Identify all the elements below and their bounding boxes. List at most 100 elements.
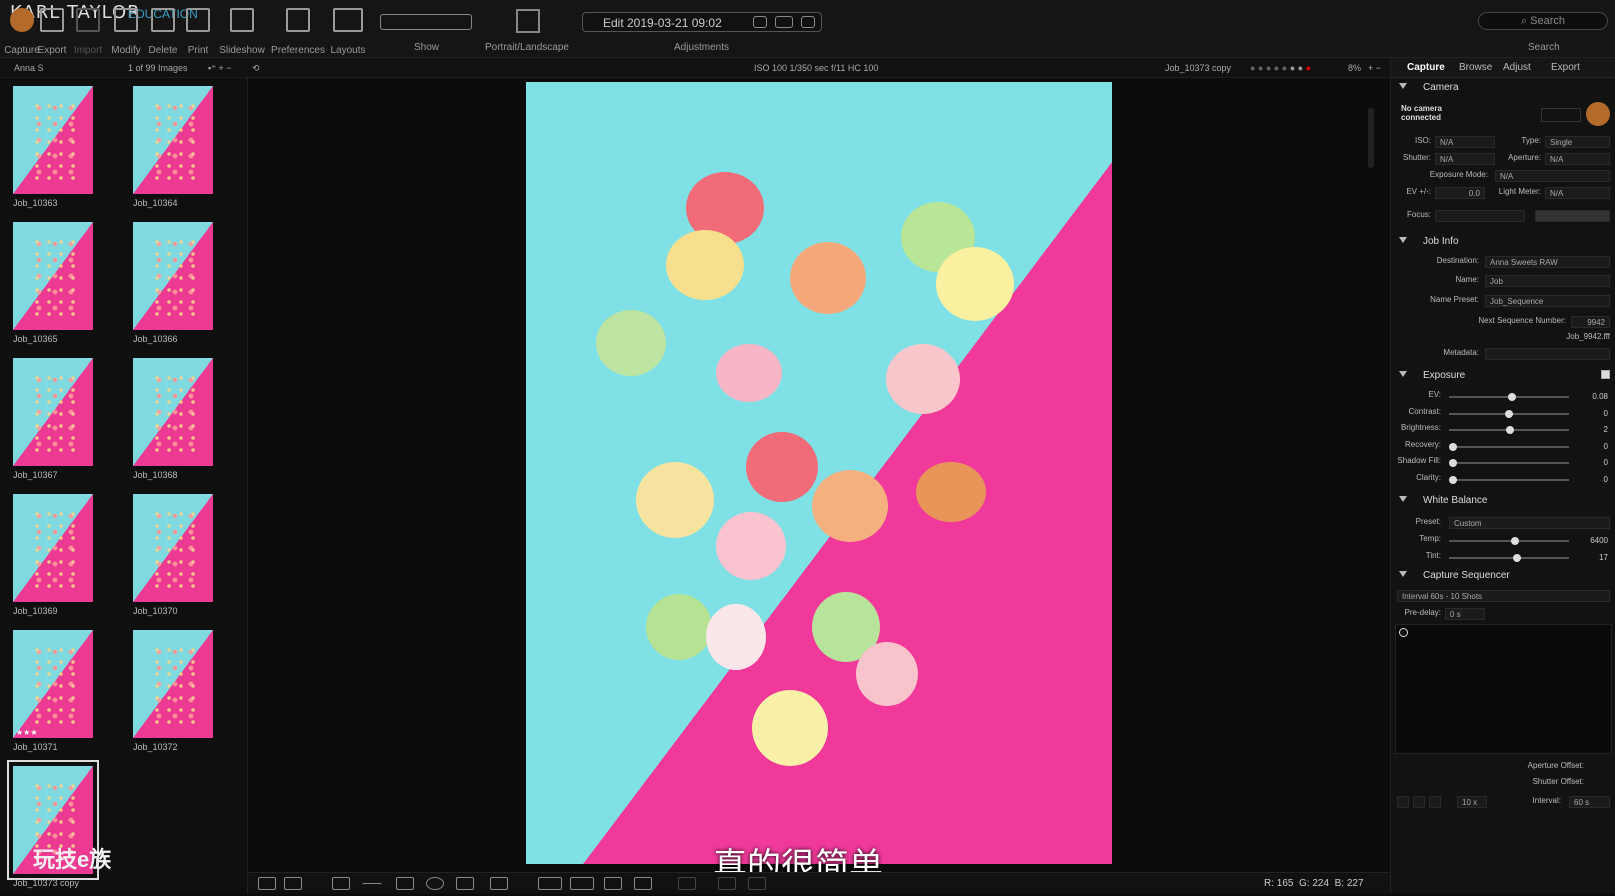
light-meter-field[interactable]: N/A [1545,187,1610,199]
thumbnail[interactable]: Job_10370 [133,494,213,616]
capture-sequencer-section-header[interactable]: Capture Sequencer [1399,570,1510,581]
exposure-slider[interactable] [1449,409,1569,418]
tab-browse[interactable]: Browse [1459,62,1492,73]
thumbnail[interactable]: ★★★ Job_10371 [13,630,93,752]
exposure-slider-knob[interactable] [1449,475,1457,484]
exposure-value[interactable]: 2 [1578,425,1608,434]
job-info-section-header[interactable]: Job Info [1399,236,1459,247]
name-field[interactable]: Job [1485,275,1610,287]
wb-preset-select[interactable]: Custom [1449,517,1610,529]
thumbnail[interactable]: Job_10368 [133,358,213,480]
viewer-scroll-thumb[interactable] [1368,108,1374,168]
ev-field[interactable]: 0.0 [1435,187,1485,199]
zoom-level[interactable]: 8% [1348,63,1361,73]
metadata-select[interactable] [1485,348,1610,360]
prev-icon[interactable] [678,877,696,890]
proof-icon[interactable] [538,877,562,890]
exposure-slider[interactable] [1449,442,1569,451]
repeat-icon[interactable] [1429,796,1441,808]
white-balance-section-header[interactable]: White Balance [1399,495,1487,506]
exposure-value[interactable]: 0 [1578,409,1608,418]
sequence-field[interactable]: 9942 [1571,316,1610,328]
wb-value[interactable]: 6400 [1578,536,1608,545]
rotate-icon[interactable]: ⟲ [252,63,260,74]
hand-icon[interactable] [456,877,474,890]
search-input[interactable]: ⌕ Search [1478,12,1608,30]
exposure-warning-icon[interactable] [570,877,594,890]
thumbnail[interactable]: Job_10372 [133,630,213,752]
sequencer-timeline[interactable] [1395,624,1612,754]
exposure-slider[interactable] [1449,426,1569,434]
exposure-section-header[interactable]: Exposure [1399,370,1465,381]
predelay-field[interactable]: 0 s [1445,608,1485,620]
browser-options-icon[interactable]: ▪⁼ + − [208,63,231,74]
exposure-slider-knob[interactable] [1449,459,1457,467]
type-field[interactable]: Single [1545,136,1610,148]
multi-view-icon[interactable] [258,877,276,890]
focus-slider[interactable] [1535,210,1610,222]
next-icon[interactable] [718,877,736,890]
wb-slider-knob[interactable] [1512,553,1521,562]
interval-field[interactable]: 60 s [1569,796,1610,808]
name-preset-select[interactable]: Job_Sequence [1485,295,1610,307]
thumbnail[interactable]: Job_10363 [13,86,93,208]
capture-release-icon[interactable] [1586,102,1610,126]
layouts-button[interactable]: Layouts [326,8,370,56]
reset-icon[interactable] [753,16,767,28]
play-icon[interactable] [1413,796,1425,808]
compare-icon[interactable] [775,16,793,28]
tab-capture[interactable]: Capture [1407,62,1445,73]
exposure-slider-knob[interactable] [1506,426,1515,434]
zoom-controls[interactable]: + − [1368,63,1381,73]
sequencer-preset-select[interactable]: Interval 60s - 10 Shots [1397,590,1610,602]
destination-select[interactable]: Anna Sweets RAW [1485,256,1610,268]
copy-icon[interactable] [801,16,815,28]
edit-variant-box[interactable]: Edit 2019-03-21 09:02 [582,12,822,32]
exposure-slider-knob[interactable] [1505,409,1513,418]
thumbnail[interactable]: Job_10366 [133,222,213,344]
exposure-slider-knob[interactable] [1508,393,1517,401]
tab-export[interactable]: Export [1551,62,1580,73]
grid-icon[interactable] [604,877,622,890]
exposure-slider[interactable] [1449,475,1569,484]
wb-value[interactable]: 17 [1578,553,1608,562]
focus-field[interactable] [1435,210,1525,222]
thumbnail[interactable]: Job_10365 [13,222,93,344]
shots-field[interactable]: 10 x [1457,796,1487,808]
annotate-icon[interactable] [490,877,508,890]
single-view-icon[interactable] [284,877,302,890]
wb-slider-knob[interactable] [1510,537,1519,545]
exposure-slider-knob[interactable] [1449,442,1457,451]
aperture-field[interactable]: N/A [1545,153,1610,165]
stop-icon[interactable] [1397,796,1409,808]
exposure-value[interactable]: 0 [1578,458,1608,467]
portrait-landscape-icon[interactable] [516,9,540,33]
iso-field[interactable]: N/A [1435,136,1495,148]
camera-section-header[interactable]: Camera [1399,82,1459,93]
wb-slider[interactable] [1449,537,1569,545]
thumbnail[interactable]: Job_10367 [13,358,93,480]
flag-icon[interactable] [748,877,766,890]
tab-adjust[interactable]: Adjust [1503,62,1531,73]
picker-icon[interactable] [396,877,414,890]
thumbnail[interactable]: Job_10369 [13,494,93,616]
zoom-icon[interactable] [426,877,444,890]
exposure-value[interactable]: 0 [1578,475,1608,484]
show-group[interactable] [380,14,472,30]
album-name[interactable]: Anna S [14,63,44,73]
camera-control-icons[interactable] [1541,108,1581,122]
straighten-icon[interactable] [362,883,382,896]
exposure-slider[interactable] [1449,393,1569,401]
wb-slider[interactable] [1449,553,1569,562]
shutter-field[interactable]: N/A [1435,153,1495,165]
overlay-icon[interactable] [634,877,652,890]
image-viewer[interactable] [248,78,1390,872]
rating-dots[interactable]: ● ● ● ● ● ● ● ● [1250,63,1311,73]
star-rating[interactable]: ★★★ [16,728,38,737]
crop-icon[interactable] [332,877,350,890]
exposure-value[interactable]: 0 [1578,442,1608,451]
thumbnail[interactable]: Job_10364 [133,86,213,208]
exposure-value[interactable]: 0.08 [1578,392,1608,401]
exposure-slider[interactable] [1449,459,1569,467]
exposure-enable-checkbox[interactable] [1601,370,1610,379]
